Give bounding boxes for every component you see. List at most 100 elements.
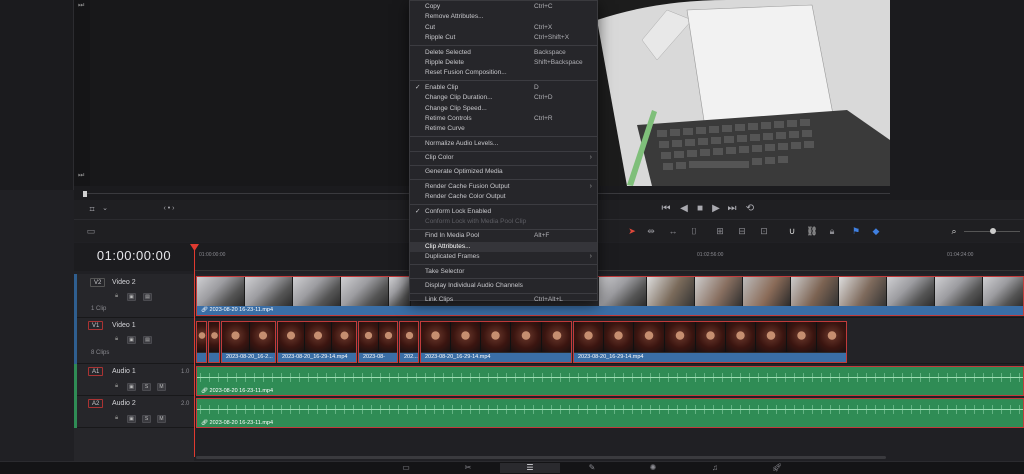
menu-item[interactable]: ✓ Enable Clip D [410, 83, 597, 93]
auto-select-icon[interactable]: ▣ [127, 383, 136, 391]
media-page-icon[interactable]: ▭ [396, 463, 416, 473]
jump-to-start-icon[interactable]: ⏮ [660, 203, 672, 215]
menu-item[interactable]: Find In Media Pool Alt+F [410, 231, 597, 241]
dynamic-trim-icon[interactable]: ↔ [667, 225, 679, 237]
replace-clip-icon[interactable]: ⊡ [758, 225, 770, 237]
video-clip[interactable]: 2023-08-20_16-29-14.mp4 [277, 321, 357, 363]
trim-mode-icon[interactable]: ⇹ [645, 225, 657, 237]
linked-selection-icon[interactable]: ⛓ [806, 225, 818, 237]
deliver-page-icon[interactable]: 🚀︎ [767, 463, 787, 473]
track-name[interactable]: Audio 2 [112, 400, 136, 407]
audio-clip-a1[interactable]: 🔗︎ 2023-08-20 16-23-11.mp4 [196, 366, 1024, 396]
menu-item[interactable]: Clip Attributes... [410, 241, 597, 253]
cut-page-icon[interactable]: ✂ [458, 463, 478, 473]
track-enable-icon[interactable]: ▤ [143, 293, 152, 301]
audio-clip-a2[interactable]: 🔗︎ 2023-08-20 16-23-11.mp4 [196, 398, 1024, 428]
solo-button[interactable]: S [142, 415, 151, 423]
video-clip[interactable]: 🔗︎ 2023-08-20 16-23-11.mp4 [196, 276, 1024, 316]
jump-start-icon[interactable]: ⏭ [78, 2, 84, 10]
zoom-slider-handle[interactable] [990, 228, 996, 234]
timeline-view-options-icon[interactable]: ▭ [84, 225, 98, 237]
jump-end-icon[interactable]: ⏭ [78, 172, 84, 180]
play-reverse-icon[interactable]: ◀ [678, 203, 690, 215]
menu-item[interactable]: Cut Ctrl+X [410, 23, 597, 33]
stop-icon[interactable]: ■ [694, 203, 706, 215]
overwrite-clip-icon[interactable]: ⊟ [736, 225, 748, 237]
video-clip[interactable] [208, 321, 220, 363]
video-clip[interactable]: 2023-08-20_... [358, 321, 398, 363]
snapping-icon[interactable]: ∪ [786, 225, 798, 237]
track-enable-icon[interactable]: ▤ [143, 336, 152, 344]
right-panel [890, 0, 1024, 190]
menu-item[interactable]: Ripple Delete Shift+Backspace [410, 58, 597, 68]
menu-item[interactable]: Duplicated Frames › [410, 252, 597, 262]
fairlight-page-icon[interactable]: ♫ [705, 463, 725, 473]
track-name[interactable]: Video 2 [112, 279, 136, 286]
menu-item[interactable]: Take Selector [410, 267, 597, 277]
menu-item[interactable]: Ripple Cut Ctrl+Shift+X [410, 33, 597, 43]
menu-item-shortcut: D [534, 83, 539, 91]
fusion-page-icon[interactable]: ✎ [582, 463, 602, 473]
menu-item[interactable]: ✓ Conform Lock Enabled [410, 207, 597, 217]
track-name[interactable]: Audio 1 [112, 368, 136, 375]
selection-mode-icon[interactable]: ➤ [626, 225, 638, 237]
mute-button[interactable]: M [157, 383, 166, 391]
menu-item[interactable]: Retime Controls Ctrl+R [410, 114, 597, 124]
play-icon[interactable]: ▶ [710, 203, 722, 215]
video-clip[interactable]: 2023-08-20_16-2... [221, 321, 276, 363]
auto-select-icon[interactable]: ▣ [127, 293, 136, 301]
video-clip[interactable] [196, 321, 207, 363]
track-name[interactable]: Video 1 [112, 322, 136, 329]
menu-item[interactable]: Change Clip Speed... [410, 104, 597, 114]
flag-icon[interactable]: ⚑ [850, 225, 862, 237]
zoom-icon[interactable]: ⌕ [948, 225, 960, 237]
chevron-down-icon[interactable]: ⌄ [99, 203, 111, 215]
position-lock-icon[interactable]: 🔒︎ [826, 225, 838, 237]
frame-guides-icon[interactable]: ⌗ [86, 203, 98, 215]
track-tag[interactable]: A2 [88, 399, 104, 408]
lock-icon[interactable]: 🔒︎ [115, 383, 118, 390]
menu-item[interactable]: Render Cache Color Output [410, 192, 597, 202]
video-clip[interactable]: 202... [399, 321, 419, 363]
menu-item[interactable]: Display Individual Audio Channels [410, 281, 597, 291]
auto-select-icon[interactable]: ▣ [127, 415, 136, 423]
jump-to-end-icon[interactable]: ⏭ [726, 203, 738, 215]
lock-icon[interactable]: 🔒︎ [115, 336, 118, 343]
scrubber-playhead[interactable] [83, 191, 87, 197]
timeline-ruler[interactable] [194, 243, 1024, 271]
video-clip[interactable]: 2023-08-20_16-29-14.mp4 [573, 321, 847, 363]
menu-item[interactable]: Delete Selected Backspace [410, 48, 597, 58]
lock-icon[interactable]: 🔒︎ [115, 415, 118, 422]
lock-icon[interactable]: 🔒︎ [115, 293, 118, 300]
menu-separator [410, 264, 597, 266]
marker-icon[interactable]: ◆ [870, 225, 882, 237]
menu-item[interactable]: Generate Optimized Media [410, 167, 597, 177]
video-clip[interactable]: 2023-08-20_16-29-14.mp4 [420, 321, 572, 363]
menu-item[interactable]: Remove Attributes... [410, 12, 597, 22]
menu-item[interactable]: Retime Curve [410, 124, 597, 134]
nav-dots-icon[interactable]: ‹ • › [157, 203, 181, 215]
track-tag[interactable]: V2 [90, 278, 106, 287]
loop-icon[interactable]: ⟲ [744, 203, 756, 215]
menu-item[interactable]: Link Clips Ctrl+Alt+L [410, 295, 597, 305]
timeline-timecode[interactable]: 01:00:00:00 [74, 243, 194, 271]
menu-item[interactable]: Change Clip Duration... Ctrl+D [410, 93, 597, 103]
menu-item[interactable]: Normalize Audio Levels... [410, 139, 597, 149]
viewer-side-strip: ⏭ ⏭ [74, 0, 90, 186]
edit-page-icon[interactable]: ☰ [500, 463, 560, 473]
menu-item[interactable]: Render Cache Fusion Output › [410, 182, 597, 192]
menu-item[interactable]: Reset Fusion Composition... [410, 68, 597, 78]
solo-button[interactable]: S [142, 383, 151, 391]
color-page-icon[interactable]: ✺ [643, 463, 663, 473]
auto-select-icon[interactable]: ▣ [127, 336, 136, 344]
timeline-horizontal-scrollbar[interactable] [196, 456, 886, 459]
menu-item[interactable]: Clip Color › [410, 153, 597, 163]
track-level: 2.0 [181, 401, 190, 407]
track-tag[interactable]: A1 [88, 367, 104, 376]
insert-clip-icon[interactable]: ⊞ [714, 225, 726, 237]
timeline-playhead[interactable] [194, 245, 195, 457]
track-tag[interactable]: V1 [88, 321, 104, 330]
blade-icon[interactable]: ⌷ [688, 225, 700, 237]
menu-item[interactable]: Copy Ctrl+C [410, 2, 597, 12]
mute-button[interactable]: M [157, 415, 166, 423]
